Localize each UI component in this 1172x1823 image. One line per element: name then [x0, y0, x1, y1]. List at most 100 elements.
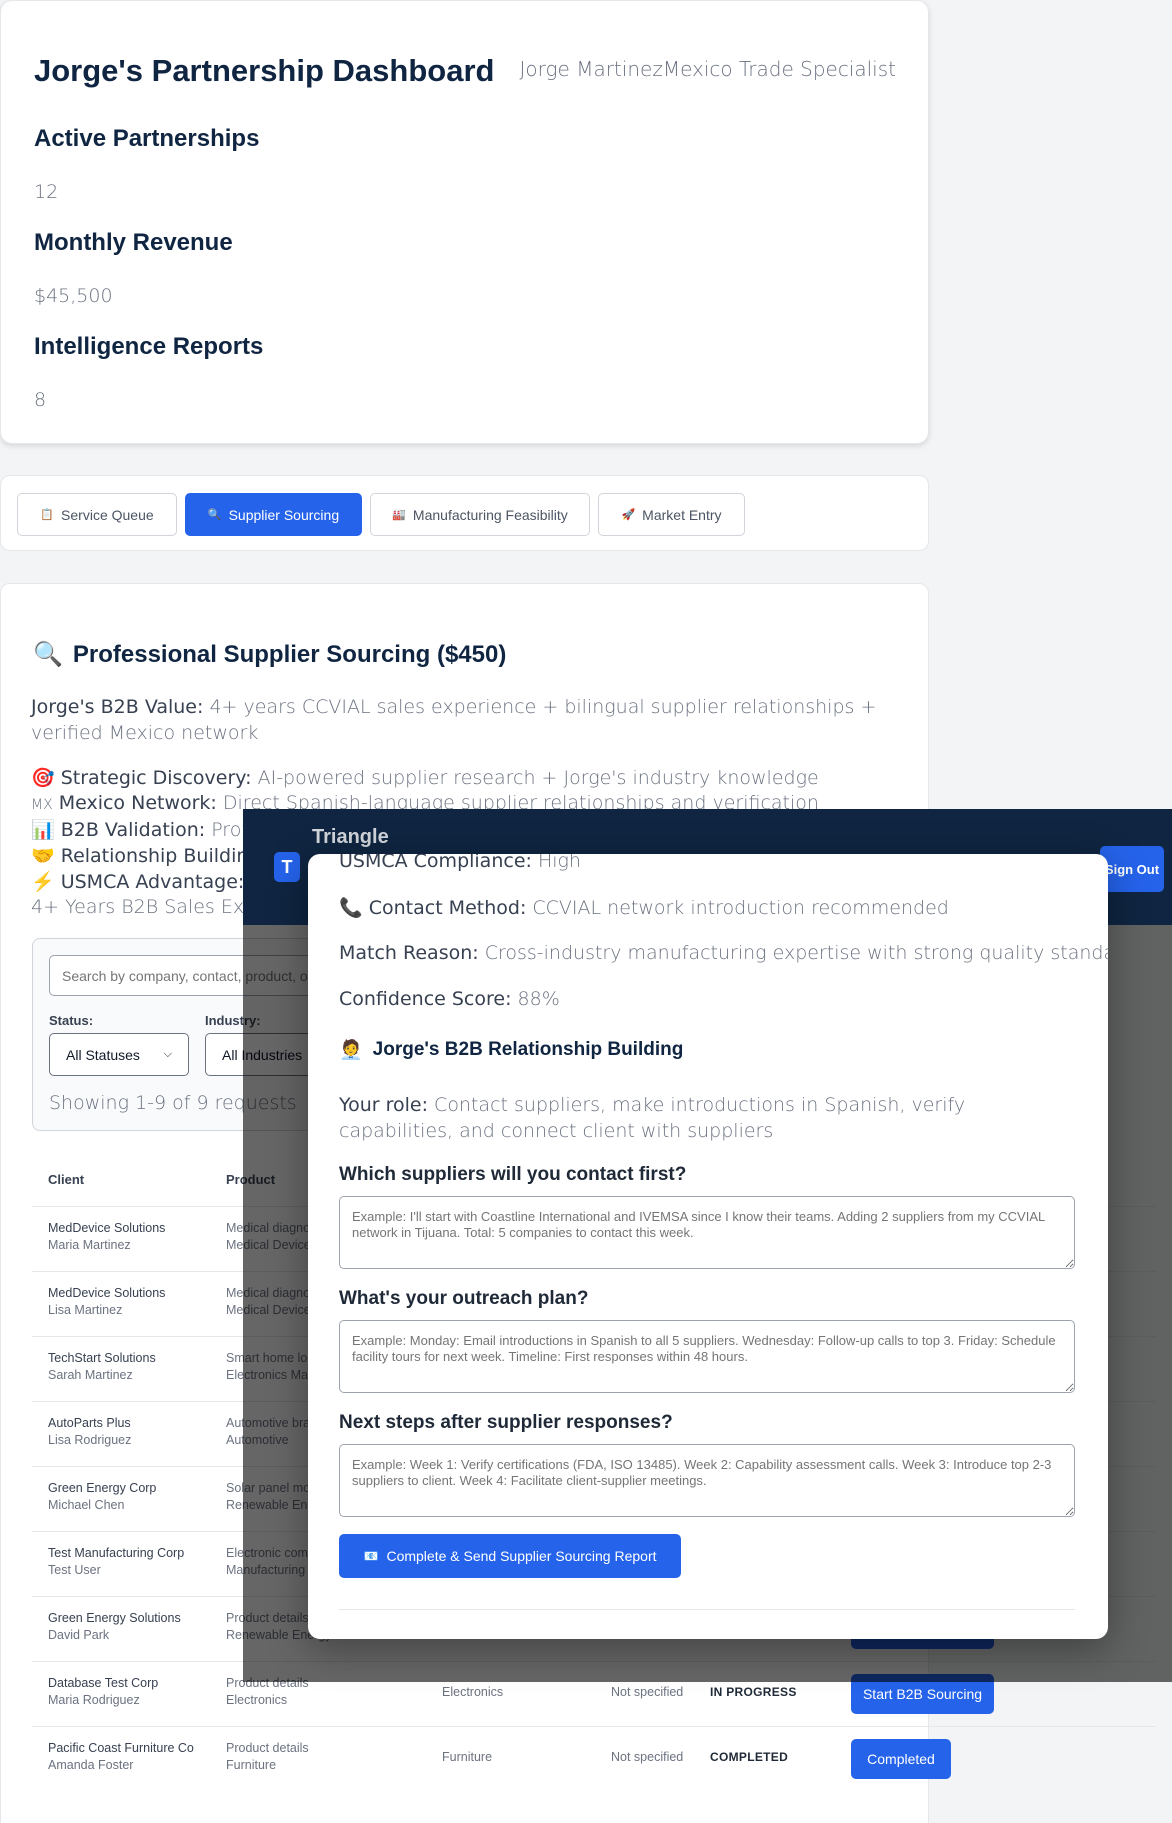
section-title-text: Professional Supplier Sourcing ($450)	[72, 640, 507, 668]
client-cell: Database Test Corp Maria Rodriguez	[48, 1675, 158, 1709]
send-report-button[interactable]: 📧 Complete & Send Supplier Sourcing Repo…	[339, 1534, 681, 1578]
magnifier-icon: 🔍	[33, 641, 63, 668]
stat-value-reports: 8	[34, 389, 47, 411]
clipboard-icon: 📋	[40, 509, 55, 521]
tab-service-queue[interactable]: 📋 Service Queue	[17, 493, 177, 536]
row-action-button[interactable]: Completed	[851, 1739, 951, 1779]
sign-out-button[interactable]: Sign Out	[1100, 846, 1164, 892]
status-badge: IN PROGRESS	[710, 1685, 797, 1699]
triangle-logo[interactable]: T	[274, 852, 300, 882]
role-label: Your role:	[339, 1094, 428, 1116]
rocket-icon: 🚀	[621, 509, 636, 521]
feature-usmca-advantage: ⚡ USMCA Advantage:	[31, 870, 244, 893]
factory-icon: 🏭	[392, 509, 406, 521]
client-company: Database Test Corp	[48, 1676, 159, 1690]
client-cell: AutoParts Plus Lisa Rodriguez	[48, 1415, 131, 1449]
role-text: Contact suppliers, make introductions in…	[339, 1094, 966, 1142]
client-cell: Green Energy Corp Michael Chen	[48, 1480, 156, 1514]
stat-label-reports: Intelligence Reports	[34, 333, 264, 360]
industry-cell: Electronics	[442, 1685, 504, 1699]
client-company: AutoParts Plus	[48, 1416, 131, 1430]
question-suppliers: Which suppliers will you contact first?	[339, 1164, 687, 1185]
status-filter-label: Status:	[49, 1013, 94, 1028]
client-company: MedDevice Solutions	[48, 1286, 166, 1300]
contact-method: 📞 Contact Method: CCVIAL network introdu…	[339, 896, 949, 919]
tab-manufacturing-feasibility[interactable]: 🏭 Manufacturing Feasibility	[370, 493, 590, 536]
section-title: 🔍 Professional Supplier Sourcing ($450)	[33, 640, 506, 669]
suppliers-textarea[interactable]	[339, 1196, 1075, 1269]
status-badge: COMPLETED	[710, 1750, 789, 1764]
client-contact: Lisa Martinez	[48, 1303, 123, 1317]
client-company: Green Energy Solutions	[48, 1611, 181, 1625]
next-steps-textarea[interactable]	[339, 1444, 1075, 1517]
feature-text: 4+ Years B2B Sales Excell	[31, 896, 277, 918]
status-select[interactable]: All Statuses ⌵	[49, 1033, 189, 1076]
match-value: Cross-industry manufacturing expertise w…	[484, 942, 1108, 964]
client-cell: Pacific Coast Furniture Co Amanda Foster	[48, 1740, 194, 1774]
feature-label: Mexico Network:	[58, 792, 217, 814]
confidence-label: Confidence Score:	[339, 988, 512, 1010]
contact-label: Contact Method:	[368, 897, 527, 919]
client-cell: Test Manufacturing Corp Test User	[48, 1545, 184, 1579]
stat-value-partnerships: 12	[34, 181, 59, 203]
product-category: Electronics	[226, 1693, 288, 1707]
stat-label-partnerships: Active Partnerships	[34, 125, 260, 152]
client-contact: Maria Martinez	[48, 1238, 131, 1252]
client-cell: MedDevice Solutions Maria Martinez	[48, 1220, 165, 1254]
tab-bar: 📋 Service Queue 🔍 Supplier Sourcing 🏭 Ma…	[0, 475, 929, 551]
question-outreach: What's your outreach plan?	[339, 1288, 589, 1309]
stat-value-revenue: $45,500	[34, 285, 113, 307]
lightning-icon: ⚡	[31, 871, 55, 893]
client-company: Test Manufacturing Corp	[48, 1546, 185, 1560]
send-report-label: Complete & Send Supplier Sourcing Report	[386, 1548, 657, 1564]
tab-supplier-sourcing[interactable]: 🔍 Supplier Sourcing	[185, 493, 362, 536]
client-company: MedDevice Solutions	[48, 1221, 166, 1235]
client-contact: David Park	[48, 1628, 110, 1642]
industry-cell: Furniture	[442, 1750, 493, 1764]
client-contact: Maria Rodriguez	[48, 1693, 140, 1707]
usmca-label: USMCA Compliance:	[339, 854, 532, 872]
status-select-value: All Statuses	[66, 1046, 140, 1063]
contact-value: CCVIAL network introduction recommended	[532, 897, 949, 919]
client-contact: Test User	[48, 1563, 101, 1577]
confidence-value: 88%	[517, 988, 560, 1010]
confidence-score: Confidence Score: 88%	[339, 988, 560, 1010]
handshake-icon: 🤝	[31, 845, 55, 867]
person-icon: 🧑‍💼	[339, 1040, 363, 1061]
client-contact: Amanda Foster	[48, 1758, 134, 1772]
feature-label: B2B Validation:	[60, 819, 206, 841]
b2b-value-label: Jorge's B2B Value:	[31, 696, 204, 718]
bar-chart-icon: 📊	[31, 819, 55, 841]
stats-card: Jorge's Partnership Dashboard Jorge Mart…	[0, 0, 929, 444]
client-contact: Lisa Rodriguez	[48, 1433, 132, 1447]
match-reason: Match Reason: Cross-industry manufacturi…	[339, 942, 1108, 964]
relationship-building-heading: 🧑‍💼 Jorge's B2B Relationship Building	[339, 1038, 683, 1062]
client-company: TechStart Solutions	[48, 1351, 156, 1365]
mexico-flag-icon: MX	[31, 797, 53, 813]
stat-label-revenue: Monthly Revenue	[34, 229, 233, 256]
b2b-value-text: Jorge's B2B Value: 4+ years CCVIAL sales…	[31, 694, 891, 746]
feature-relationship-building: 🤝 Relationship Building	[31, 844, 260, 867]
dashboard-title: Jorge's Partnership Dashboard	[34, 53, 495, 88]
table-row: Pacific Coast Furniture Co Amanda Foster…	[32, 1726, 1156, 1791]
feature-label: USMCA Advantage:	[60, 871, 245, 893]
chevron-down-icon: ⌵	[163, 1048, 172, 1060]
email-icon: 📧	[363, 1549, 379, 1563]
magnifier-icon: 🔍	[207, 509, 222, 521]
usmca-compliance: USMCA Compliance: High	[339, 854, 581, 872]
usmca-value: High	[537, 854, 581, 872]
product-cell: Product details Furniture	[226, 1740, 309, 1774]
outreach-textarea[interactable]	[339, 1320, 1075, 1393]
tab-label: Supplier Sourcing	[228, 506, 340, 523]
user-info: Jorge MartinezMexico Trade Specialist	[519, 57, 896, 81]
tab-label: Service Queue	[61, 506, 154, 523]
target-icon: 🎯	[31, 767, 55, 789]
supplier-sourcing-modal: USMCA Compliance: High 📞 Contact Method:…	[308, 854, 1108, 1639]
tab-market-entry[interactable]: 🚀 Market Entry	[598, 493, 745, 536]
feature-text: AI-powered supplier research + Jorge's i…	[257, 767, 819, 789]
phone-icon: 📞	[339, 897, 363, 919]
client-company: Pacific Coast Furniture Co	[48, 1741, 194, 1755]
timeline-cell: Not specified	[611, 1685, 684, 1699]
feature-sales-excellence: 4+ Years B2B Sales Excell	[31, 896, 276, 918]
brand-name: Triangle	[312, 826, 389, 848]
